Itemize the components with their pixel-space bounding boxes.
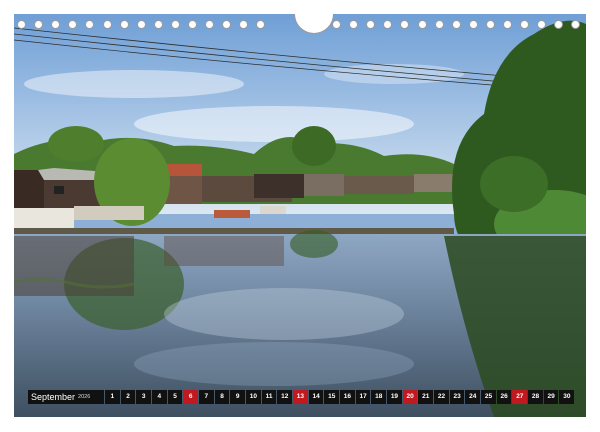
binding-hole — [468, 20, 478, 29]
canal-landscape-photo — [14, 14, 586, 417]
binding-hole — [119, 20, 129, 29]
day-cell: 15 — [324, 390, 340, 404]
day-cell: 22 — [434, 390, 449, 404]
day-cell: 9 — [230, 390, 246, 404]
binding-hole — [153, 20, 163, 29]
binding-hole — [222, 20, 232, 29]
binding-holes — [14, 14, 586, 34]
day-cell: 16 — [340, 390, 355, 404]
day-cell: 23 — [449, 390, 465, 404]
binding-hole — [256, 20, 266, 29]
month-label: September 2026 — [28, 390, 104, 404]
binding-hole — [332, 20, 341, 29]
hanger-cutout — [294, 14, 334, 34]
day-cell: 20 — [402, 390, 418, 404]
day-cell: 13 — [293, 390, 308, 404]
calendar-bar: September 2026 1 2 3 4 5 6 7 8 9 10 11 12 13 14 15 16 17… — [28, 390, 575, 404]
binding-hole — [520, 20, 530, 29]
day-cell: 4 — [152, 390, 167, 404]
day-cell: 11 — [261, 390, 277, 404]
binding-hole — [383, 20, 393, 29]
binding-hole — [34, 20, 44, 29]
binding-hole — [85, 20, 95, 29]
binding-hole — [68, 20, 78, 29]
day-cell: 6 — [183, 390, 199, 404]
calendar-page: September 2026 1 2 3 4 5 6 7 8 9 10 11 12 13 14 15 16 17… — [0, 0, 600, 432]
month-name: September — [31, 392, 76, 402]
day-cell: 8 — [214, 390, 230, 404]
binding-hole — [417, 20, 427, 29]
day-cell: 27 — [512, 390, 528, 404]
binding-hole — [571, 20, 581, 29]
binding-hole — [366, 20, 376, 29]
day-cell: 21 — [418, 390, 434, 404]
year-label: 2026 — [78, 394, 91, 400]
day-strip: 1 2 3 4 5 6 7 8 9 10 11 12 13 14 15 16 17 18 19 20 21 22 23 24 2… — [105, 390, 575, 404]
day-cell: 14 — [308, 390, 324, 404]
binding-hole — [503, 20, 512, 29]
binding-hole — [485, 20, 495, 29]
binding-hole — [17, 20, 26, 29]
day-cell: 3 — [136, 390, 152, 404]
day-cell: 28 — [528, 390, 543, 404]
binding-hole — [349, 20, 359, 29]
day-cell: 29 — [543, 390, 559, 404]
day-cell: 12 — [277, 390, 293, 404]
binding-hole — [239, 20, 249, 29]
day-cell: 17 — [355, 390, 371, 404]
day-cell: 1 — [105, 390, 120, 404]
binding-hole — [554, 20, 564, 29]
day-cell: 26 — [496, 390, 512, 404]
binding-hole — [188, 20, 197, 29]
day-cell: 10 — [246, 390, 261, 404]
day-cell: 7 — [199, 390, 214, 404]
binding-hole — [434, 20, 444, 29]
day-cell: 19 — [387, 390, 402, 404]
day-cell: 2 — [120, 390, 136, 404]
day-cell: 25 — [481, 390, 496, 404]
binding-hole — [400, 20, 410, 29]
binding-hole — [205, 20, 215, 29]
binding-hole — [51, 20, 61, 29]
binding-hole — [451, 20, 461, 29]
binding-hole — [102, 20, 112, 29]
day-cell: 30 — [559, 390, 575, 404]
day-cell: 5 — [167, 390, 183, 404]
binding-hole — [170, 20, 180, 29]
day-cell: 18 — [371, 390, 387, 404]
binding-hole — [136, 20, 146, 29]
day-cell: 24 — [465, 390, 481, 404]
binding-hole — [537, 20, 547, 29]
